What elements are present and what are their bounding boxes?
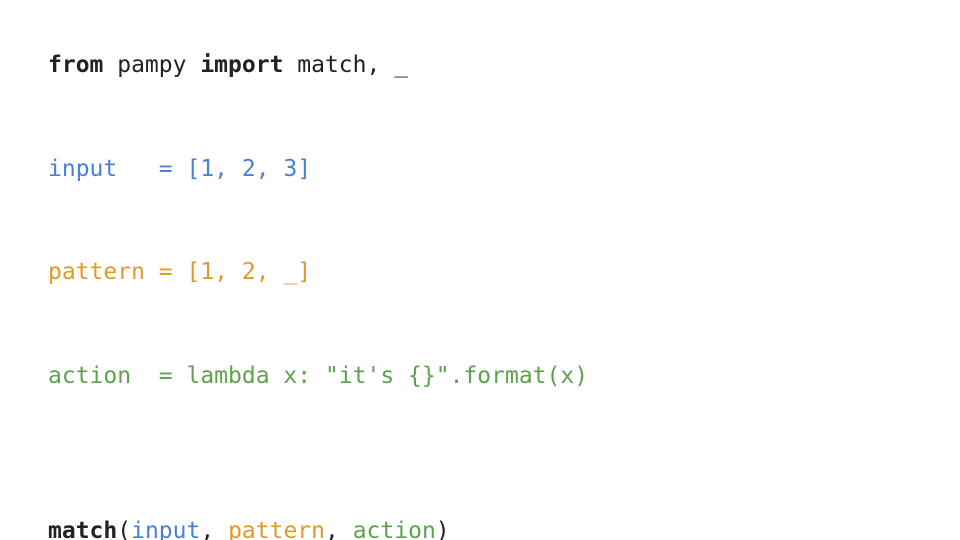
- code-snippet: from pampy import match, _ input = [1, 2…: [0, 0, 960, 540]
- input-value: = [1, 2, 3]: [117, 156, 311, 182]
- line-input: input = [1, 2, 3]: [48, 156, 311, 182]
- line-pattern: pattern = [1, 2, _]: [48, 259, 311, 285]
- arg-action: action: [353, 518, 436, 540]
- comma-2: ,: [325, 518, 353, 540]
- paren-open: (: [117, 518, 131, 540]
- arg-input: input: [131, 518, 200, 540]
- action-value: = lambda x: "it's {}".format(x): [131, 363, 588, 389]
- line-import: from pampy import match, _: [48, 52, 408, 78]
- arg-pattern: pattern: [228, 518, 325, 540]
- var-input: input: [48, 156, 117, 182]
- import-names: match, _: [283, 52, 408, 78]
- var-pattern: pattern: [48, 259, 145, 285]
- var-action: action: [48, 363, 131, 389]
- kw-import: import: [200, 52, 283, 78]
- module-name: pampy: [103, 52, 200, 78]
- paren-close: ): [436, 518, 450, 540]
- comma-1: ,: [200, 518, 228, 540]
- pattern-value: = [1, 2, _]: [145, 259, 311, 285]
- line-action: action = lambda x: "it's {}".format(x): [48, 363, 588, 389]
- kw-from: from: [48, 52, 103, 78]
- fn-match: match: [48, 518, 117, 540]
- line-call: match(input, pattern, action): [48, 518, 450, 540]
